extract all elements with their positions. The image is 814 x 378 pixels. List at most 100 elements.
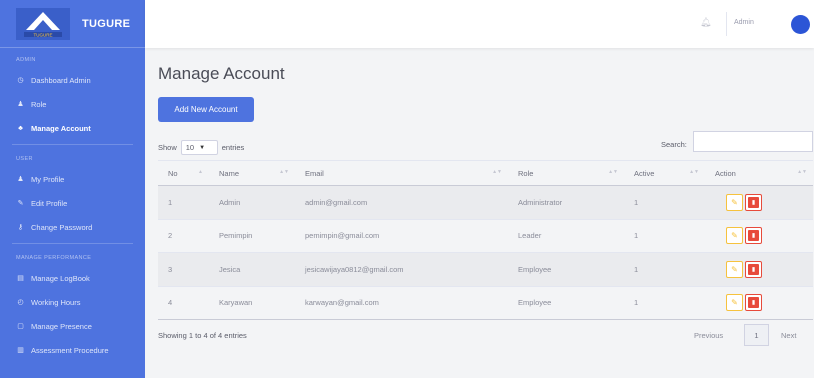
sidebar-item-working-hours[interactable]: ◴ Working Hours bbox=[0, 290, 145, 314]
edit-icon[interactable]: ✎ bbox=[726, 193, 743, 211]
cell-role: Administrator bbox=[508, 185, 624, 219]
cell-action: ✎ ▮ bbox=[705, 252, 813, 286]
cell-role: Employee bbox=[508, 285, 624, 320]
logo: TUGURE bbox=[14, 6, 72, 42]
svg-text:TUGURE: TUGURE bbox=[34, 32, 53, 37]
cell-no: 3 bbox=[158, 252, 209, 286]
edit-icon[interactable]: ✎ bbox=[726, 260, 743, 278]
column-header-email[interactable]: Email ▲▼ bbox=[295, 160, 508, 186]
avatar[interactable] bbox=[791, 15, 810, 34]
column-header-active[interactable]: Active ▲▼ bbox=[624, 160, 705, 186]
sidebar-item-label: My Profile bbox=[31, 174, 65, 184]
cell-email: admin@gmail.com bbox=[295, 185, 508, 219]
sort-icon: ▲▼ bbox=[492, 169, 502, 175]
dashboard-icon: ◷ bbox=[17, 77, 24, 84]
sidebar-item-manage-account[interactable]: ♣ Manage Account bbox=[0, 116, 145, 140]
add-new-account-button[interactable]: Add New Account bbox=[158, 97, 254, 122]
cell-role: Employee bbox=[508, 252, 624, 286]
cell-action: ✎ ▮ bbox=[705, 218, 813, 253]
pagination-previous[interactable]: Previous bbox=[694, 331, 723, 340]
column-header-role[interactable]: Role ▲▼ bbox=[508, 160, 624, 186]
search-input[interactable] bbox=[693, 131, 813, 152]
cell-active: 1 bbox=[624, 218, 705, 253]
page-title: Manage Account bbox=[158, 64, 285, 83]
table-row: 4 Karyawan karwayan@gmail.com Employee 1… bbox=[158, 285, 813, 320]
sidebar-item-role[interactable]: ♟ Role bbox=[0, 92, 145, 116]
cell-email: pemimpin@gmail.com bbox=[295, 218, 508, 253]
calendar-icon: ▢ bbox=[17, 323, 24, 330]
trash-icon[interactable]: ▮ bbox=[745, 294, 762, 312]
table-info: Showing 1 to 4 of 4 entries bbox=[158, 331, 247, 340]
entries-length-control: Show 10 ▼ entries bbox=[158, 140, 244, 155]
sidebar-item-manage-logbook[interactable]: ▤ Manage LogBook bbox=[0, 266, 145, 290]
sort-icon: ▲▼ bbox=[689, 169, 699, 175]
clock-icon: ◴ bbox=[17, 299, 24, 306]
sidebar-item-label: Role bbox=[31, 99, 47, 109]
trash-icon[interactable]: ▮ bbox=[745, 193, 762, 211]
sidebar-item-label: Change Password bbox=[31, 222, 93, 232]
cell-name: Admin bbox=[209, 185, 295, 219]
chart-icon: ▥ bbox=[17, 347, 24, 354]
cell-action: ✎ ▮ bbox=[705, 285, 813, 320]
cell-no: 4 bbox=[158, 285, 209, 320]
sidebar-item-change-password[interactable]: ⚷ Change Password bbox=[0, 215, 145, 239]
sidebar-item-dashboard-admin[interactable]: ◷ Dashboard Admin bbox=[0, 68, 145, 92]
sidebar-item-label: Assessment Procedure bbox=[31, 345, 109, 355]
sidebar-heading-user: USER bbox=[16, 156, 33, 162]
cell-active: 1 bbox=[624, 185, 705, 219]
sidebar-item-label: Manage Presence bbox=[31, 321, 92, 331]
sort-icon: ▲▼ bbox=[608, 169, 618, 175]
sort-icon: ▲▼ bbox=[279, 169, 289, 175]
pagination-page-1[interactable]: 1 bbox=[744, 324, 769, 346]
entries-label: entries bbox=[221, 143, 245, 152]
cell-action: ✎ ▮ bbox=[705, 185, 813, 219]
cell-no: 2 bbox=[158, 218, 209, 253]
user-icon: ♟ bbox=[17, 101, 24, 108]
sidebar-item-edit-profile[interactable]: ✎ Edit Profile bbox=[0, 191, 145, 215]
sidebar-item-label: Manage Account bbox=[31, 123, 91, 133]
sidebar-divider bbox=[12, 243, 133, 244]
bell-icon[interactable]: 🔔︎ bbox=[700, 17, 711, 28]
user-edit-icon: ✎ bbox=[17, 200, 24, 207]
edit-icon[interactable]: ✎ bbox=[726, 294, 743, 312]
column-header-no[interactable]: No ▲ bbox=[158, 160, 209, 186]
user-name[interactable]: Admin bbox=[734, 19, 754, 26]
trash-icon[interactable]: ▮ bbox=[745, 227, 762, 245]
sort-icon: ▲▼ bbox=[797, 169, 807, 175]
sidebar: TUGURE TUGURE ADMIN ◷ Dashboard Admin ♟ … bbox=[0, 0, 145, 378]
cell-role: Leader bbox=[508, 218, 624, 253]
cell-name: Karyawan bbox=[209, 285, 295, 320]
sidebar-item-my-profile[interactable]: ♟ My Profile bbox=[0, 167, 145, 191]
table-row: 1 Admin admin@gmail.com Administrator 1 … bbox=[158, 185, 813, 219]
sort-icon: ▲ bbox=[198, 169, 203, 175]
sidebar-heading-admin: ADMIN bbox=[16, 57, 36, 63]
topbar: 🔔︎ Admin bbox=[145, 0, 814, 48]
topbar-divider bbox=[726, 12, 727, 36]
cell-active: 1 bbox=[624, 285, 705, 320]
pagination-next[interactable]: Next bbox=[781, 331, 796, 340]
key-icon: ⚷ bbox=[17, 224, 24, 231]
column-header-action[interactable]: Action ▲▼ bbox=[705, 160, 813, 186]
entries-select[interactable]: 10 ▼ bbox=[180, 140, 218, 155]
trash-icon[interactable]: ▮ bbox=[745, 260, 762, 278]
edit-icon[interactable]: ✎ bbox=[726, 227, 743, 245]
cell-active: 1 bbox=[624, 252, 705, 286]
cell-no: 1 bbox=[158, 185, 209, 219]
sidebar-item-label: Working Hours bbox=[31, 297, 81, 307]
cell-email: jesicawijaya0812@gmail.com bbox=[295, 252, 508, 286]
sidebar-item-label: Dashboard Admin bbox=[31, 75, 91, 85]
users-icon: ♣ bbox=[18, 124, 23, 132]
user-icon: ♟ bbox=[17, 176, 24, 183]
brand[interactable]: TUGURE TUGURE bbox=[0, 0, 145, 48]
column-header-name[interactable]: Name ▲▼ bbox=[209, 160, 295, 186]
cell-email: karwayan@gmail.com bbox=[295, 285, 508, 320]
cell-name: Pemimpin bbox=[209, 218, 295, 253]
sidebar-item-assessment-procedure[interactable]: ▥ Assessment Procedure bbox=[0, 338, 145, 362]
sidebar-item-label: Edit Profile bbox=[31, 198, 68, 208]
table-header-row: No ▲ Name ▲▼ Email ▲▼ Role ▲▼ Active ▲▼ Actio… bbox=[158, 160, 813, 186]
table-row: 3 Jesica jesicawijaya0812@gmail.com Empl… bbox=[158, 252, 813, 286]
sidebar-heading-manage-performance: MANAGE PERFORMANCE bbox=[16, 255, 92, 261]
accounts-table: No ▲ Name ▲▼ Email ▲▼ Role ▲▼ Active ▲▼ Actio… bbox=[158, 160, 813, 320]
brand-name: TUGURE bbox=[82, 17, 131, 30]
sidebar-item-manage-presence[interactable]: ▢ Manage Presence bbox=[0, 314, 145, 338]
